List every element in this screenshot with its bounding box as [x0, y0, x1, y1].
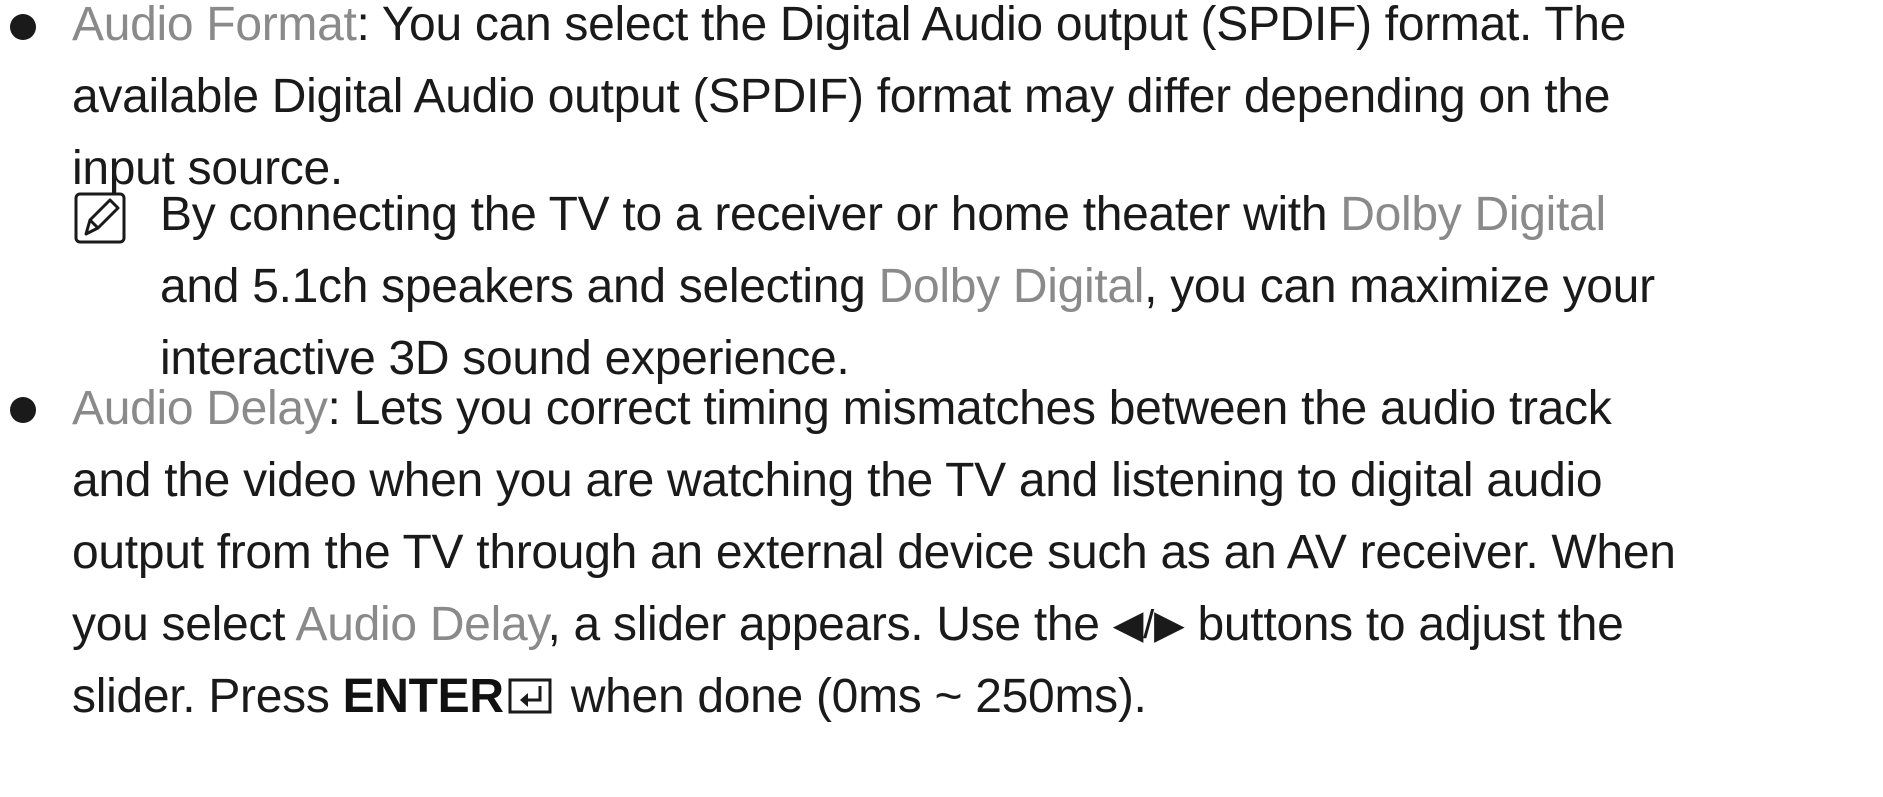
audio-delay-line-4-post: buttons to adjust the	[1184, 598, 1624, 651]
audio-delay-term-inline: Audio Delay	[295, 598, 548, 651]
audio-format-line-1: Audio Format: You can select the Digital…	[72, 0, 1626, 61]
audio-delay-line-1: Audio Delay: Lets you correct timing mis…	[72, 373, 1676, 445]
audio-delay-line-5-pre: slider. Press	[72, 670, 343, 723]
dolby-digital-term-1: Dolby Digital	[1340, 188, 1606, 241]
dolby-digital-term-2: Dolby Digital	[878, 260, 1145, 313]
note-line-2: and 5.1ch speakers and selecting Dolby D…	[160, 251, 1655, 323]
audio-format-paragraph: Audio Format: You can select the Digital…	[72, 0, 1626, 205]
audio-delay-line-5: slider. Press ENTER when done (0ms ~ 250…	[72, 661, 1676, 733]
bullet-audio-format	[10, 14, 36, 40]
note-line-1: By connecting the TV to a receiver or ho…	[160, 179, 1655, 251]
audio-delay-line-4: you select Audio Delay, a slider appears…	[72, 589, 1676, 661]
audio-format-line-2: available Digital Audio output (SPDIF) f…	[72, 70, 1611, 123]
audio-format-term: Audio Format	[72, 0, 357, 51]
note-line-1-text: By connecting the TV to a receiver or ho…	[160, 188, 1341, 241]
audio-delay-line-4-pre: you select	[72, 598, 296, 651]
manual-page: Audio Format: You can select the Digital…	[0, 0, 1883, 797]
note-line-2-post: , you can maximize your	[1144, 260, 1655, 313]
bullet-audio-delay	[10, 397, 36, 423]
audio-delay-line-3: output from the TV through an external d…	[72, 526, 1676, 579]
audio-delay-paragraph: Audio Delay: Lets you correct timing mis…	[72, 373, 1676, 733]
audio-delay-line-4-mid: , a slider appears. Use the	[547, 598, 1113, 651]
enter-label: ENTER	[342, 670, 504, 723]
note-paragraph: By connecting the TV to a receiver or ho…	[160, 179, 1655, 395]
audio-delay-line-2: and the video when you are watching the …	[72, 454, 1603, 507]
audio-delay-line-5-post: when done (0ms ~ 250ms).	[557, 670, 1147, 723]
note-icon	[74, 192, 126, 244]
left-right-arrows-icon: ◀/▶	[1112, 603, 1185, 647]
enter-icon	[508, 678, 552, 714]
audio-delay-term: Audio Delay	[72, 382, 328, 435]
audio-format-line-1-text: : You can select the Digital Audio outpu…	[356, 0, 1627, 51]
audio-delay-line-1-text: : Lets you correct timing mismatches bet…	[327, 382, 1612, 435]
note-line-2-pre: and 5.1ch speakers and selecting	[160, 260, 879, 313]
